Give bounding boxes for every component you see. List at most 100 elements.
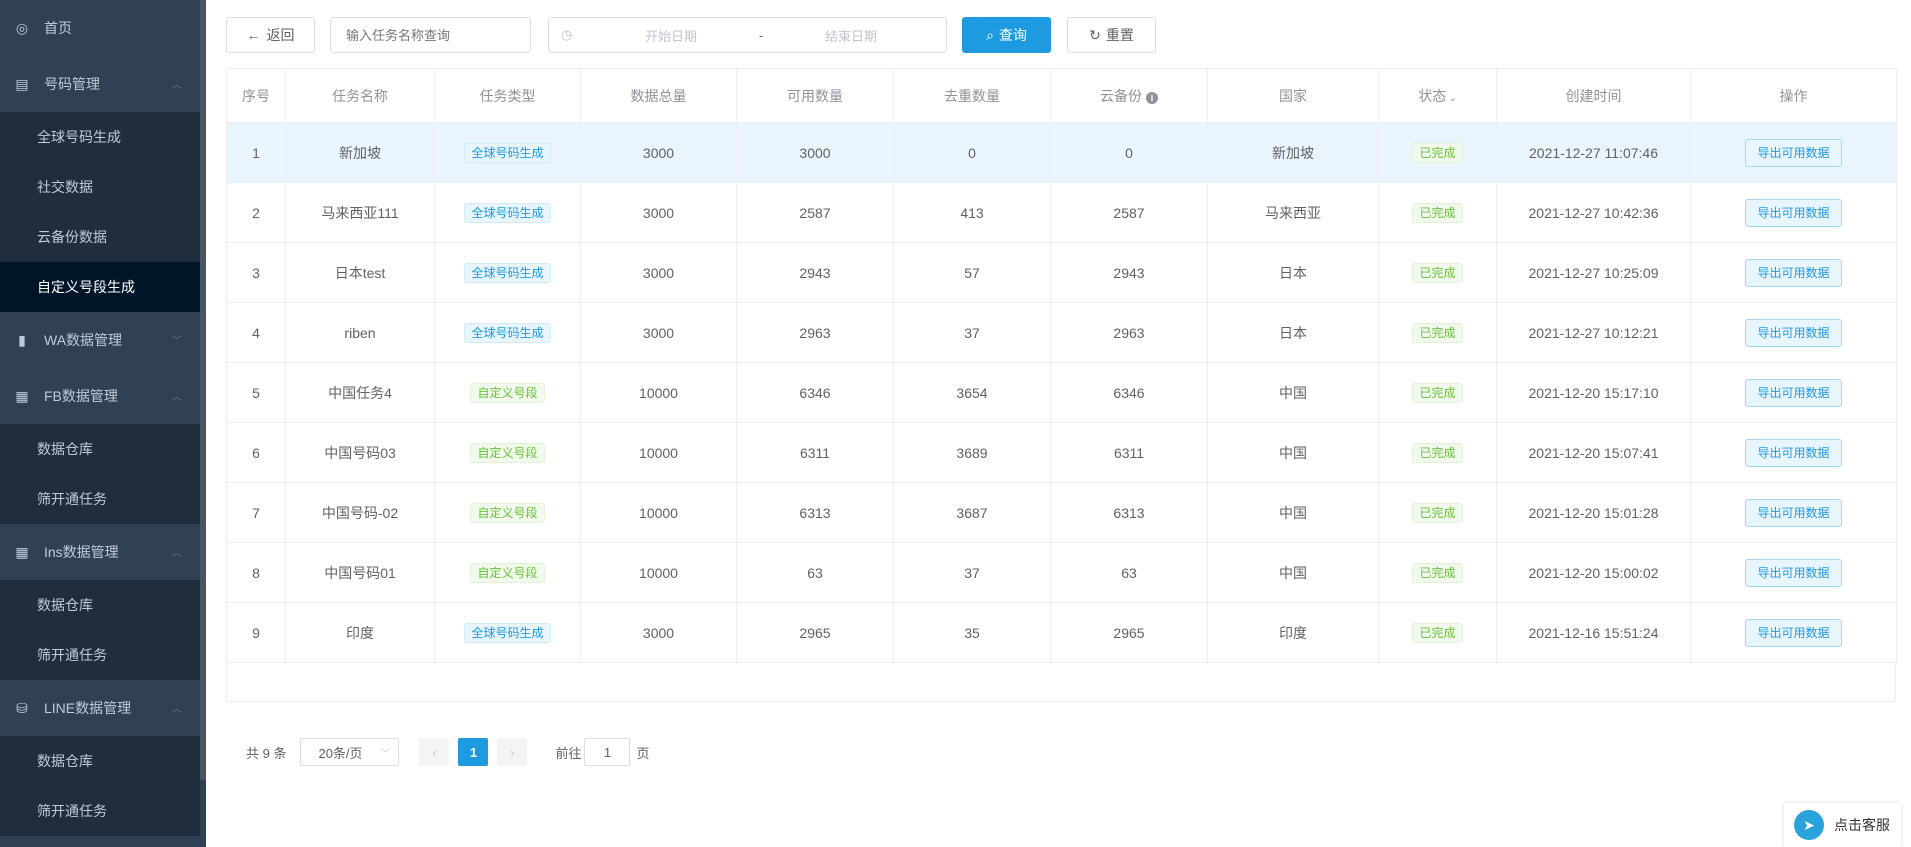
cell-total: 3000	[580, 602, 737, 663]
cell-text: 3689	[956, 444, 988, 461]
next-page-button[interactable]: ›	[497, 738, 528, 766]
column-header-label: 去重数量	[944, 87, 1000, 104]
sidebar-item-label: WA数据管理	[44, 332, 123, 348]
table-empty-space	[226, 662, 1896, 702]
cell-no: 3	[226, 242, 286, 303]
chevron-up-icon: ︿	[172, 392, 182, 403]
cell-text: 新加坡	[1272, 144, 1314, 161]
query-button[interactable]: ⌕ 查询	[962, 17, 1051, 53]
sidebar-item-line-filter[interactable]: 筛开通任务	[0, 786, 200, 836]
export-button[interactable]: 导出可用数据	[1745, 618, 1842, 647]
column-header-label: 操作	[1779, 87, 1808, 104]
reset-button[interactable]: ↻ 重置	[1067, 17, 1156, 53]
reset-label: 重置	[1105, 27, 1134, 43]
date-range-picker[interactable]: ◷ 开始日期 - 结束日期	[548, 17, 947, 53]
sidebar-item-ins-mgmt[interactable]: ▦ Ins数据管理 ︿	[0, 524, 200, 580]
cell-no: 7	[226, 482, 286, 543]
page-1-button[interactable]: 1	[458, 738, 489, 766]
dashboard-icon: ◎	[15, 19, 29, 36]
back-button[interactable]: ← 返回	[226, 17, 315, 53]
cell-type: 自定义号段	[434, 362, 581, 423]
task-type-tag: 全球号码生成	[464, 322, 551, 343]
table-row[interactable]: 9 印度 全球号码生成 3000 2965 35 2965 印度 已完成 2021-12-16 1…	[226, 602, 1897, 663]
cell-text: 2021-12-27 10:25:09	[1528, 264, 1659, 281]
sidebar-item-global-number[interactable]: 全球号码生成	[0, 112, 200, 162]
cell-total: 10000	[580, 542, 737, 603]
sidebar-item-cloud-backup[interactable]: 云备份数据	[0, 212, 200, 262]
table-row[interactable]: 5 中国任务4 自定义号段 10000 6346 3654 6346 中国 已完成 2021-12…	[226, 362, 1897, 423]
export-button[interactable]: 导出可用数据	[1745, 138, 1842, 167]
table-row[interactable]: 7 中国号码-02 自定义号段 10000 6313 3687 6313 中国 已完成 2021-…	[226, 482, 1897, 543]
prev-page-button[interactable]: ‹	[419, 738, 450, 766]
end-date-input[interactable]: 结束日期	[801, 26, 901, 45]
table-row[interactable]: 1 新加坡 全球号码生成 3000 3000 0 0 新加坡 已完成 2021-12-27 11:…	[226, 122, 1897, 183]
cell-name: 中国任务4	[285, 362, 435, 423]
cell-type: 全球号码生成	[434, 182, 581, 243]
status-badge: 已完成	[1412, 562, 1463, 583]
table-row[interactable]: 4 riben 全球号码生成 3000 2963 37 2963 日本 已完成 2021-12-2…	[226, 302, 1897, 363]
table-row[interactable]: 8 中国号码01 自定义号段 10000 63 37 63 中国 已完成 2021-12-20 1…	[226, 542, 1897, 603]
cell-type: 全球号码生成	[434, 602, 581, 663]
cell-type: 自定义号段	[434, 422, 581, 483]
cell-avail: 63	[736, 542, 894, 603]
table-row[interactable]: 6 中国号码03 自定义号段 10000 6311 3689 6311 中国 已完成 2021-1…	[226, 422, 1897, 483]
search-icon: ⌕	[986, 26, 994, 43]
customer-service-button[interactable]: ➤ 点击客服	[1784, 803, 1901, 847]
page-size-select[interactable]: 20条/页 ﹀	[300, 738, 400, 766]
sidebar-item-fb-filter[interactable]: 筛开通任务	[0, 474, 200, 524]
sidebar-item-social-data[interactable]: 社交数据	[0, 162, 200, 212]
column-header[interactable]: 状态 ⌄	[1378, 68, 1497, 123]
filter-chevron-icon[interactable]: ⌄	[1448, 93, 1456, 104]
bar-chart-icon: ▮	[18, 331, 26, 348]
cell-cloud: 0	[1050, 122, 1208, 183]
sidebar-item-number-mgmt[interactable]: ▤ 号码管理 ︿	[0, 56, 200, 112]
cell-text: 马来西亚111	[321, 204, 399, 221]
cell-text: 6313	[799, 504, 831, 521]
goto-label: 前往	[555, 745, 582, 761]
table-row[interactable]: 3 日本test 全球号码生成 3000 2943 57 2943 日本 已完成 2021-12-…	[226, 242, 1897, 303]
sidebar-item-line-warehouse[interactable]: 数据仓库	[0, 736, 200, 786]
export-button[interactable]: 导出可用数据	[1745, 378, 1842, 407]
cell-type: 全球号码生成	[434, 122, 581, 183]
task-name-search-input[interactable]	[330, 17, 531, 53]
sidebar-item-wa-mgmt[interactable]: ▮ WA数据管理 ﹀	[0, 312, 200, 368]
cell-dedup: 3654	[893, 362, 1051, 423]
goto-page-input[interactable]	[584, 738, 631, 766]
export-button[interactable]: 导出可用数据	[1745, 558, 1842, 587]
cell-text: 日本test	[334, 264, 386, 281]
cell-avail: 2965	[736, 602, 894, 663]
column-header: 去重数量	[893, 68, 1051, 123]
sidebar-item-fb-warehouse[interactable]: 数据仓库	[0, 424, 200, 474]
cell-cloud: 6311	[1050, 422, 1208, 483]
sidebar-item-line-mgmt[interactable]: ⛁ LINE数据管理 ︿	[0, 680, 200, 736]
export-button[interactable]: 导出可用数据	[1745, 198, 1842, 227]
export-button[interactable]: 导出可用数据	[1745, 438, 1842, 467]
cell-no: 2	[226, 182, 286, 243]
sidebar-item-fb-mgmt[interactable]: ▦ FB数据管理 ︿	[0, 368, 200, 424]
cell-text: 中国	[1279, 504, 1307, 521]
export-button[interactable]: 导出可用数据	[1745, 498, 1842, 527]
cell-dedup: 57	[893, 242, 1051, 303]
chevron-down-icon: ﹀	[172, 336, 182, 347]
column-header: 数据总量	[580, 68, 737, 123]
export-button[interactable]: 导出可用数据	[1745, 318, 1842, 347]
cell-text: 2943	[799, 264, 831, 281]
cell-action: 导出可用数据	[1690, 422, 1897, 483]
cell-dedup: 3689	[893, 422, 1051, 483]
info-icon[interactable]: i	[1146, 91, 1158, 104]
sidebar-item-ins-warehouse[interactable]: 数据仓库	[0, 580, 200, 630]
column-header: 任务类型	[434, 68, 581, 123]
cell-text: 印度	[346, 624, 374, 641]
table-row[interactable]: 2 马来西亚111 全球号码生成 3000 2587 413 2587 马来西亚 已完成 2021…	[226, 182, 1897, 243]
sidebar-item-ins-filter[interactable]: 筛开通任务	[0, 630, 200, 680]
sidebar-item-custom-segment[interactable]: 自定义号段生成	[0, 262, 200, 312]
cell-text: 2021-12-27 10:12:21	[1528, 324, 1659, 341]
column-header: 可用数量	[736, 68, 894, 123]
sidebar-item-home[interactable]: ◎ 首页	[0, 0, 200, 56]
cell-total: 3000	[580, 242, 737, 303]
task-type-tag: 自定义号段	[470, 502, 545, 523]
column-header: 序号	[226, 68, 286, 123]
cell-created: 2021-12-20 15:01:28	[1496, 482, 1691, 543]
export-button[interactable]: 导出可用数据	[1745, 258, 1842, 287]
start-date-input[interactable]: 开始日期	[621, 26, 721, 45]
